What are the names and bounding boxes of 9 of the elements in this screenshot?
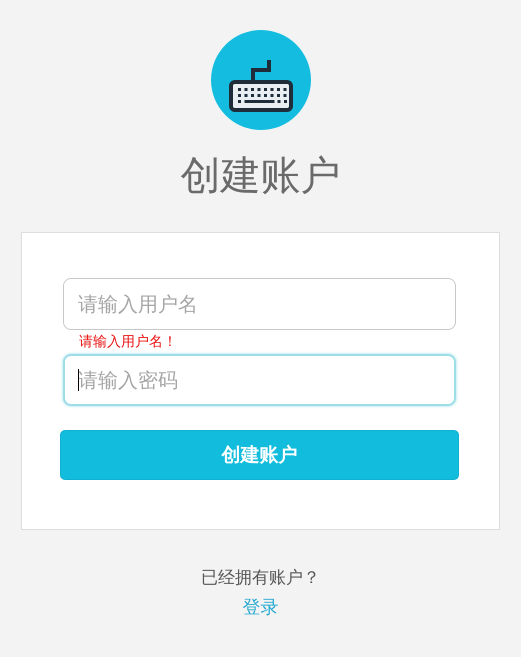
footer-text: 已经拥有账户？ [201, 567, 320, 589]
input-field[interactable]: 请输入用户名 [63, 278, 456, 330]
login-link[interactable]: 登录 [242, 595, 278, 619]
keyboard-icon [210, 30, 310, 130]
create-account-button[interactable]: 创建账户 [60, 430, 459, 480]
page-title: 创建账户 [180, 152, 340, 201]
error-message: 请输入用户名！ [79, 334, 178, 350]
input-field[interactable]: 请输入密码 [63, 354, 456, 406]
text-cursor [78, 369, 79, 391]
